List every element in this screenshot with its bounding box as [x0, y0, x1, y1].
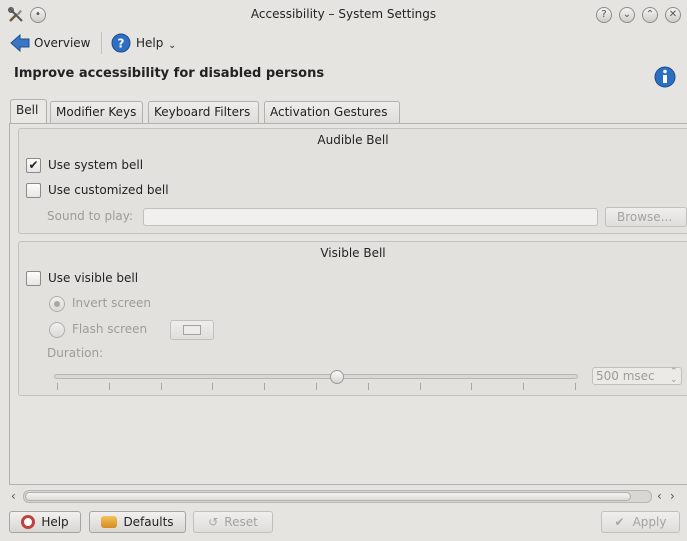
slider-tick	[57, 383, 58, 390]
back-arrow-icon	[10, 33, 30, 53]
visible-bell-group: Visible Bell	[18, 241, 687, 396]
flash-screen-label[interactable]: Flash screen	[72, 322, 147, 336]
duration-spinbox[interactable]: 500 msec ⌃ ⌄	[592, 367, 682, 385]
use-customized-bell-label[interactable]: Use customized bell	[48, 183, 169, 197]
lifebuoy-icon	[21, 515, 36, 529]
toolbar-separator	[101, 32, 102, 54]
title-bar: • Accessibility – System Settings ? ⌄ ⌃ …	[0, 0, 687, 30]
info-icon[interactable]	[654, 66, 676, 88]
reset-icon: ↺	[208, 515, 219, 529]
tab-keyboard-filters-label: Keyboard Filters	[154, 105, 251, 119]
slider-tick	[316, 383, 317, 390]
slider-tick	[161, 383, 162, 390]
tab-modifier-keys[interactable]: Modifier Keys	[50, 101, 143, 123]
browse-label: Browse...	[617, 210, 673, 224]
tab-activation-gestures[interactable]: Activation Gestures	[264, 101, 400, 123]
minimize-icon[interactable]: ⌄	[619, 7, 635, 23]
apply-label: Apply	[632, 515, 667, 529]
duration-slider-handle[interactable]	[330, 370, 344, 384]
scroll-left-icon[interactable]: ‹	[11, 489, 16, 503]
slider-tick	[420, 383, 421, 390]
duration-label: Duration:	[47, 346, 104, 360]
defaults-button[interactable]: Defaults	[89, 511, 186, 533]
slider-tick	[471, 383, 472, 390]
flash-color-button[interactable]	[170, 320, 214, 340]
invert-screen-label[interactable]: Invert screen	[72, 296, 151, 310]
close-icon[interactable]: ✕	[665, 7, 681, 23]
use-visible-bell-label[interactable]: Use visible bell	[48, 271, 138, 285]
maximize-icon[interactable]: ⌃	[642, 7, 658, 23]
tab-bell-label: Bell	[16, 103, 39, 117]
tab-modifier-keys-label: Modifier Keys	[56, 105, 137, 119]
slider-tick	[368, 383, 369, 390]
footer-help-button[interactable]: Help	[9, 511, 81, 533]
slider-tick	[575, 383, 576, 390]
use-system-bell-checkbox[interactable]: ✔	[26, 158, 41, 173]
reset-label: Reset	[224, 515, 258, 529]
tab-activation-gestures-label: Activation Gestures	[270, 105, 388, 119]
invert-screen-radio[interactable]	[49, 296, 65, 312]
duration-slider-track[interactable]	[54, 374, 578, 379]
scroll-right-icon[interactable]: ›	[670, 489, 675, 503]
overview-label: Overview	[34, 36, 91, 50]
use-visible-bell-checkbox[interactable]	[26, 271, 41, 286]
defaults-icon	[101, 516, 118, 528]
sound-to-play-input[interactable]	[143, 208, 598, 226]
window-title: Accessibility – System Settings	[250, 7, 437, 21]
page-title: Improve accessibility for disabled perso…	[14, 66, 325, 81]
footer-help-label: Help	[41, 515, 69, 529]
slider-tick	[264, 383, 265, 390]
check-icon: ✔	[28, 158, 39, 172]
help-circle-icon: ?	[111, 33, 131, 53]
duration-value: 500 msec	[596, 369, 655, 383]
spin-arrows-icon[interactable]: ⌃ ⌄	[670, 368, 678, 385]
overview-button[interactable]: Overview	[8, 32, 92, 54]
use-system-bell-label[interactable]: Use system bell	[48, 158, 143, 172]
horizontal-scrollbar-thumb[interactable]	[25, 492, 631, 501]
use-customized-bell-checkbox[interactable]	[26, 183, 41, 198]
scroll-left-small-icon[interactable]: ‹	[657, 489, 662, 503]
help-menu-button[interactable]: ? Help ⌄	[110, 32, 182, 56]
defaults-label: Defaults	[123, 515, 174, 529]
flash-screen-radio[interactable]	[49, 322, 65, 338]
browse-button[interactable]: Browse...	[605, 207, 687, 227]
slider-tick	[109, 383, 110, 390]
slider-tick	[523, 383, 524, 390]
audible-bell-title: Audible Bell	[317, 133, 389, 147]
apply-check-icon: ✔	[614, 515, 625, 529]
color-swatch-icon	[183, 325, 201, 335]
apply-button[interactable]: ✔ Apply	[601, 511, 680, 533]
tab-keyboard-filters[interactable]: Keyboard Filters	[148, 101, 259, 123]
tab-bell[interactable]: Bell	[10, 99, 47, 124]
help-icon[interactable]: ?	[596, 7, 612, 23]
visible-bell-title: Visible Bell	[320, 246, 386, 260]
chevron-down-icon: ⌄	[168, 40, 177, 51]
slider-tick	[212, 383, 213, 390]
radio-selected-dot	[54, 301, 60, 307]
sound-to-play-label: Sound to play:	[47, 209, 134, 223]
help-label: Help	[136, 36, 164, 50]
toolbar: Overview ? Help ⌄	[0, 30, 687, 56]
svg-text:?: ?	[118, 37, 125, 51]
reset-button[interactable]: ↺ Reset	[193, 511, 273, 533]
